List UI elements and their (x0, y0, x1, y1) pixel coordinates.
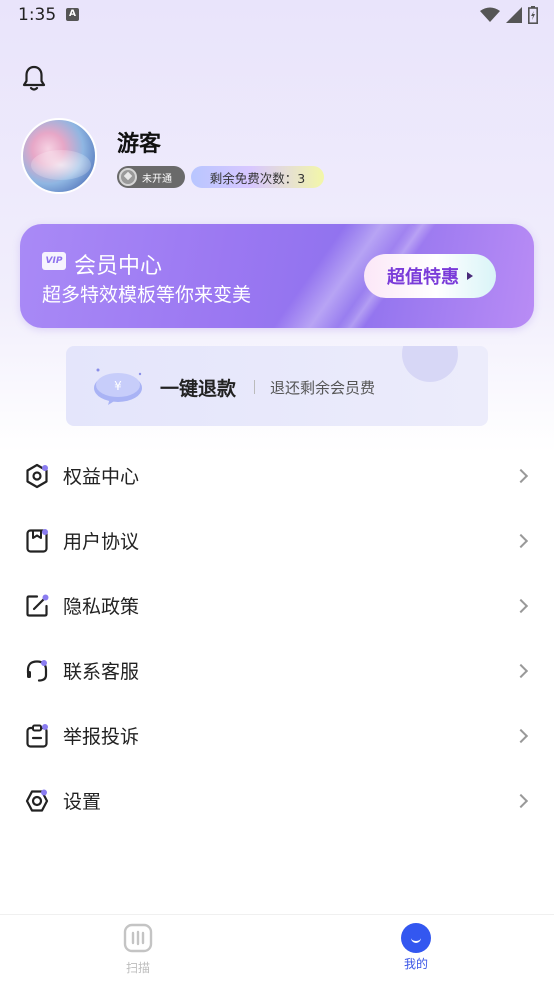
menu-item-benefits[interactable]: 权益中心 (0, 443, 554, 508)
menu-label: 用户协议 (63, 531, 140, 553)
username: 游客 (117, 132, 162, 157)
chevron-right-icon (513, 663, 529, 678)
chevron-right-icon (513, 468, 529, 483)
chevron-right-icon (513, 728, 529, 743)
chevron-right-icon (513, 598, 529, 613)
wifi-icon (480, 7, 500, 22)
divider (254, 380, 255, 394)
menu-label: 联系客服 (63, 661, 140, 683)
play-arrow-icon (467, 272, 473, 280)
document-icon (26, 528, 48, 553)
decorative-circle (402, 346, 458, 382)
battery-icon (528, 6, 538, 24)
nav-label: 我的 (403, 957, 428, 971)
member-status-badge: 未开通 (117, 166, 185, 188)
vip-subtitle: 超多特效模板等你来变美 (42, 284, 252, 306)
menu-label: 举报投诉 (63, 726, 140, 748)
hexagon-icon (26, 463, 48, 488)
edit-icon (26, 594, 49, 617)
menu-item-customer-service[interactable]: 联系客服 (0, 638, 554, 703)
refund-title: 一键退款 (160, 378, 237, 400)
vip-icon: VIP (42, 252, 66, 270)
gear-icon (25, 789, 49, 812)
nav-label: 扫描 (125, 961, 150, 975)
svg-text:¥: ¥ (114, 379, 122, 393)
notification-icon: A (66, 8, 79, 21)
smile-icon (401, 923, 431, 953)
menu-item-report[interactable]: 举报投诉 (0, 703, 554, 768)
free-count-badge: 剩余免费次数：3 (191, 166, 324, 188)
avatar[interactable] (21, 118, 97, 194)
status-bar: 1:35 A (0, 0, 554, 32)
vip-center-card[interactable]: VIP 会员中心 超多特效模板等你来变美 超值特惠 (20, 224, 534, 328)
refund-card[interactable]: ¥ 一键退款 退还剩余会员费 (66, 346, 488, 426)
special-offer-label: 超值特惠 (387, 267, 459, 288)
headset-icon (26, 659, 48, 682)
status-time: 1:35 (18, 5, 57, 25)
menu-label: 隐私政策 (63, 596, 140, 618)
vip-title: 会员中心 (74, 254, 163, 279)
nav-tab-mine[interactable]: 我的 (376, 923, 456, 972)
menu-label: 权益中心 (63, 466, 140, 488)
member-status-text: 未开通 (142, 173, 172, 185)
signal-icon (506, 7, 522, 23)
chevron-right-icon (513, 793, 529, 808)
yen-bubble-icon: ¥ (94, 368, 142, 405)
nav-tab-scan[interactable]: 扫描 (98, 923, 178, 976)
chevron-right-icon (513, 533, 529, 548)
special-offer-button[interactable]: 超值特惠 (364, 254, 496, 298)
member-level-icon (119, 168, 137, 186)
status-icons (480, 6, 538, 24)
menu-list: 权益中心 用户协议 隐私政策 联系客服 举报投诉 设置 (0, 443, 554, 833)
menu-item-privacy-policy[interactable]: 隐私政策 (0, 573, 554, 638)
menu-item-user-agreement[interactable]: 用户协议 (0, 508, 554, 573)
refund-subtitle: 退还剩余会员费 (270, 379, 376, 397)
scan-icon (123, 923, 153, 953)
clipboard-icon (26, 723, 48, 748)
menu-label: 设置 (63, 791, 102, 813)
bottom-navigation: 扫描 我的 (0, 914, 554, 984)
bell-icon[interactable] (21, 64, 47, 92)
menu-item-settings[interactable]: 设置 (0, 768, 554, 833)
